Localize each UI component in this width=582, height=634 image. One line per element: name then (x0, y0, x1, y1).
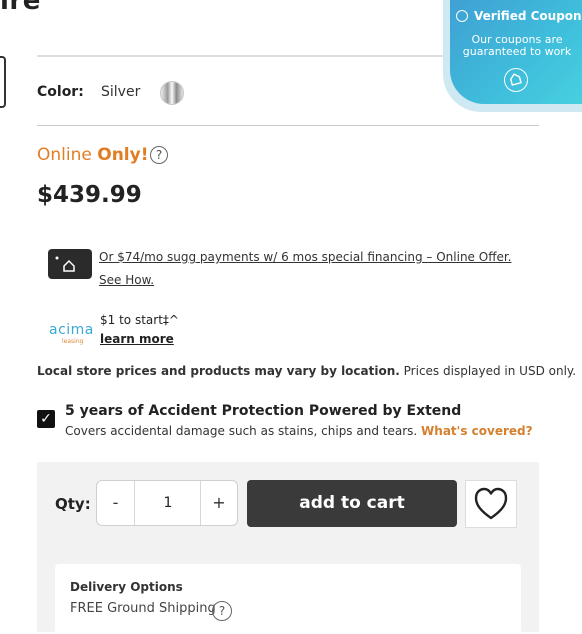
shipping-option: FREE Ground Shipping (70, 601, 216, 616)
acima-offer: $1 to start‡^ (100, 313, 179, 327)
heart-icon (474, 487, 508, 520)
add-to-cart-button[interactable]: add to cart (247, 480, 457, 527)
online-emphasis: Only! (97, 145, 149, 165)
acima-logo: acima (49, 322, 94, 338)
color-value: Silver (101, 84, 141, 100)
protection-title: 5 years of Accident Protection Powered b… (65, 403, 462, 419)
delivery-options-card (55, 564, 521, 634)
shield-icon (504, 68, 528, 92)
qty-decrement-button[interactable]: - (97, 481, 135, 525)
check-circle-icon (456, 10, 468, 22)
divider (37, 55, 447, 57)
question-circle-icon[interactable]: ? (150, 146, 168, 164)
qty-input[interactable]: 1 (136, 481, 200, 525)
qty-increment-button[interactable]: + (200, 481, 237, 525)
delivery-title: Delivery Options (70, 580, 183, 594)
learn-more-link[interactable]: learn more (100, 332, 174, 346)
whats-covered-link[interactable]: What's covered? (421, 424, 533, 438)
color-swatch-silver[interactable] (160, 81, 184, 105)
online-only-label: Online Only! (37, 145, 148, 165)
disclaimer-bold: Local store prices and products may vary… (37, 364, 400, 378)
checkbox-checked-icon[interactable]: ✓ (37, 410, 55, 428)
wishlist-button[interactable] (465, 480, 517, 528)
card-icon (48, 249, 92, 279)
color-label: Color: (37, 84, 84, 100)
qty-label: Qty: (55, 495, 91, 513)
protection-desc-text: Covers accidental damage such as stains,… (65, 424, 418, 438)
coupon-title: Verified Coupon (474, 9, 582, 23)
question-circle-icon[interactable]: ? (212, 601, 232, 621)
product-title: ire (0, 0, 41, 16)
divider (37, 125, 539, 126)
financing-link[interactable]: Or $74/mo sugg payments w/ 6 mos special… (99, 246, 519, 292)
disclaimer-rest: Prices displayed in USD only. (399, 364, 577, 378)
coupon-subtitle: Our coupons are guaranteed to work (462, 33, 572, 58)
product-price: $439.99 (37, 182, 142, 208)
online-prefix: Online (37, 145, 92, 165)
protection-description: Covers accidental damage such as stains,… (65, 424, 533, 438)
price-disclaimer: Local store prices and products may vary… (37, 364, 576, 378)
image-thumbnail-edge[interactable] (0, 56, 6, 108)
acima-sublogo: leasing (62, 338, 84, 345)
